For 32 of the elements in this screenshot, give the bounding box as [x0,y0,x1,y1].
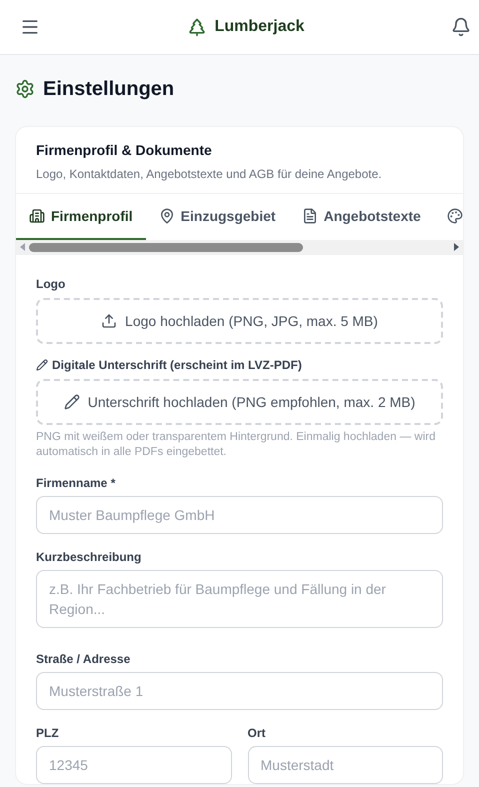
horizontal-scrollbar[interactable] [16,240,463,255]
upload-icon [101,313,118,329]
settings-icon [15,79,35,99]
field-label: Digitale Unterschrift (erscheint im LVZ-PDF) [52,357,302,374]
field-label: Kurzbeschreibung [36,549,142,566]
field-label: Firmenname * [36,475,116,492]
tab[interactable]: Einzugsgebiet [146,194,289,240]
page-title: Einstellungen [43,77,174,102]
field-label: Straße / Adresse [36,651,132,668]
card-subtitle: Logo, Kontaktdaten, Angebotstexte und AGB für deine Angebote. [36,166,383,183]
field-label: Ort [248,725,266,742]
file-icon [302,208,318,224]
brand-name: Lumberjack [214,17,304,37]
upload-dropzone[interactable]: Unterschrift hochladen (PNG empfohlen, max. 2 MB) [36,379,443,425]
tree-icon [186,17,207,37]
pin-icon [158,208,175,224]
input-field[interactable]: Musterstraße 1 [36,672,443,710]
input-field[interactable]: Musterstadt [248,746,443,784]
tab[interactable]: Angebotstexte [288,194,434,240]
input-field[interactable]: z.B. Ihr Fachbetrieb für Baumpflege und Fällung in der Region... [36,570,443,628]
pencil-icon [64,394,80,410]
input-field[interactable]: 12345 [36,746,232,784]
pencil-icon [36,359,48,371]
card-title: Firmenprofil & Dokumente [36,141,213,160]
building-icon [29,208,45,224]
field-label: Logo [36,276,66,293]
notifications-button[interactable] [451,17,471,37]
hint-text: PNG mit weißem oder transparentem Hintergrund. Einmalig hochladen — wird automatisch in alle PDFs eingebettet. [36,430,436,460]
palette-icon [446,208,463,224]
upload-dropzone[interactable]: Logo hochladen (PNG, JPG, max. 5 MB) [36,298,443,344]
input-field[interactable]: Muster Baumpflege GmbH [36,496,443,534]
field-label: PLZ [36,725,60,742]
